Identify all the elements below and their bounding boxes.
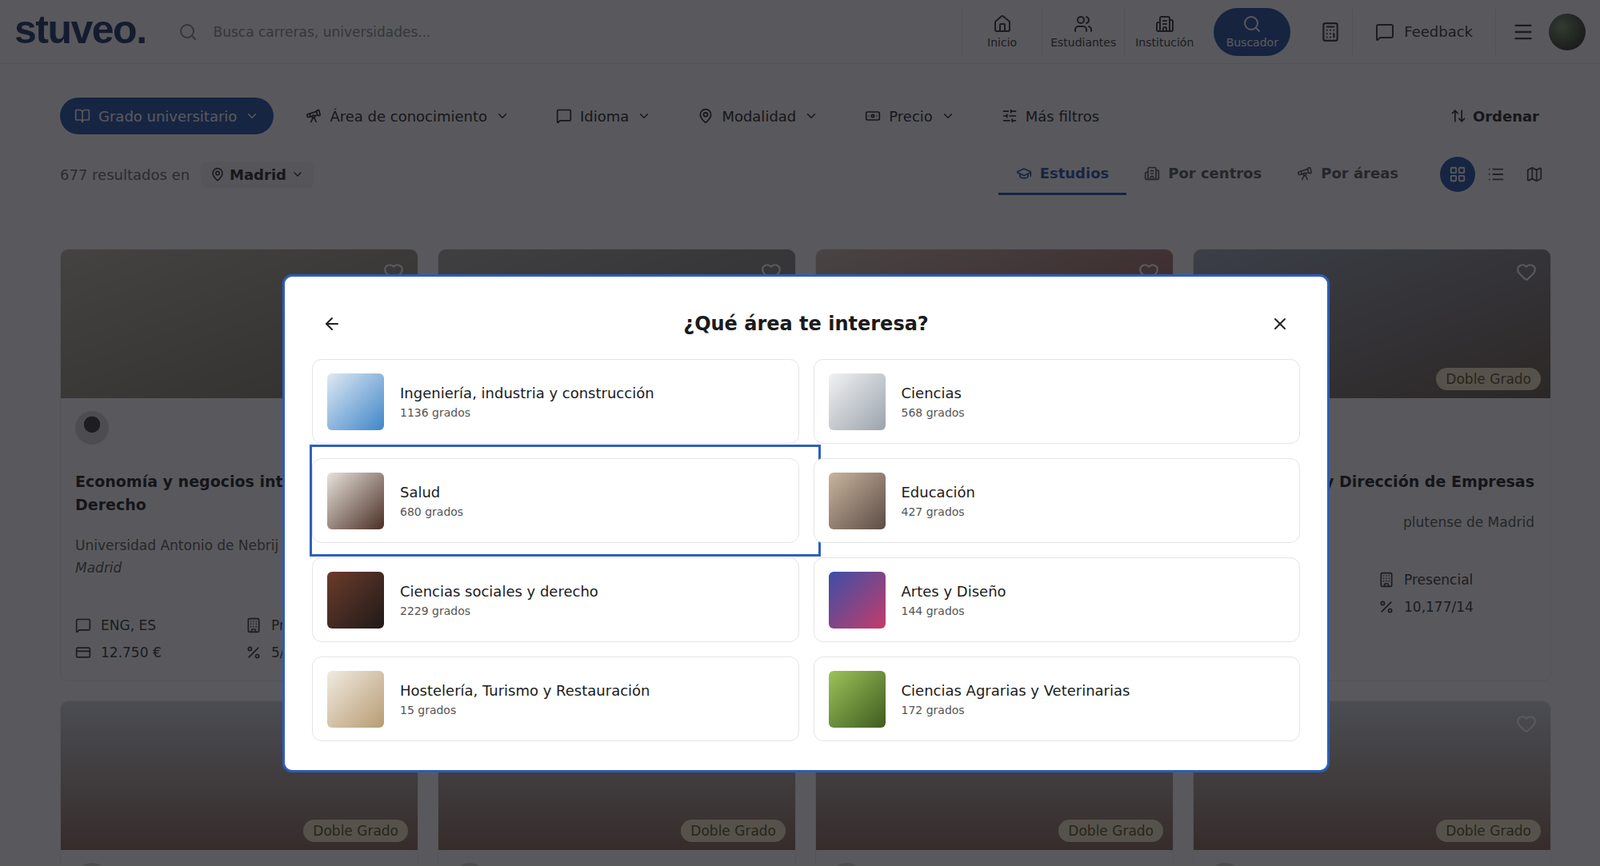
area-count: 144 grados <box>901 604 1007 618</box>
area-count: 680 grados <box>400 505 464 519</box>
area-name: Ciencias <box>901 384 965 402</box>
area-photo <box>327 671 384 728</box>
area-photo <box>828 671 886 728</box>
area-photo <box>327 373 384 431</box>
area-option[interactable]: Ciencias 568 grados <box>813 359 1301 444</box>
area-option[interactable]: Salud 680 grados <box>312 458 800 544</box>
area-photo <box>828 472 886 530</box>
area-grid: Ingeniería, industria y construcción 1136… <box>312 359 1300 742</box>
area-option[interactable]: Ciencias sociales y derecho 2229 grados <box>312 557 800 643</box>
page: stuveo.InicioEstudiantesInstituciónBusca… <box>0 0 1600 866</box>
area-modal: ¿Qué área te interesa? Ingeniería, indust… <box>282 274 1330 773</box>
area-photo <box>828 572 886 629</box>
area-option[interactable]: Ingeniería, industria y construcción 1136… <box>312 359 800 444</box>
area-photo <box>327 572 384 629</box>
close-icon <box>1270 314 1290 334</box>
area-name: Ingeniería, industria y construcción <box>400 384 655 402</box>
arrow-left-icon <box>322 314 342 334</box>
area-photo <box>828 373 886 431</box>
area-count: 427 grados <box>901 505 976 519</box>
area-name: Hostelería, Turismo y Restauración <box>400 682 651 700</box>
modal-title: ¿Qué área te interesa? <box>352 312 1260 336</box>
area-name: Salud <box>400 484 464 501</box>
area-option[interactable]: Ciencias Agrarias y Veterinarias 172 grad… <box>813 656 1301 742</box>
modal-header: ¿Qué área te interesa? <box>312 304 1300 344</box>
back-button[interactable] <box>316 308 348 340</box>
modal-overlay[interactable]: ¿Qué área te interesa? Ingeniería, indust… <box>0 0 1600 866</box>
area-count: 172 grados <box>901 704 1131 717</box>
area-name: Educación <box>901 484 976 501</box>
area-count: 1136 grados <box>400 406 655 420</box>
area-count: 15 grados <box>400 704 651 717</box>
area-option[interactable]: Educación 427 grados <box>813 458 1301 544</box>
area-option[interactable]: Hostelería, Turismo y Restauración 15 gra… <box>312 656 800 742</box>
area-count: 2229 grados <box>400 604 599 618</box>
area-name: Ciencias sociales y derecho <box>400 583 599 600</box>
area-option[interactable]: Artes y Diseño 144 grados <box>813 557 1301 643</box>
area-photo <box>327 472 384 530</box>
area-count: 568 grados <box>901 406 965 420</box>
close-button[interactable] <box>1264 308 1296 340</box>
area-name: Artes y Diseño <box>901 583 1007 600</box>
area-name: Ciencias Agrarias y Veterinarias <box>901 682 1131 700</box>
